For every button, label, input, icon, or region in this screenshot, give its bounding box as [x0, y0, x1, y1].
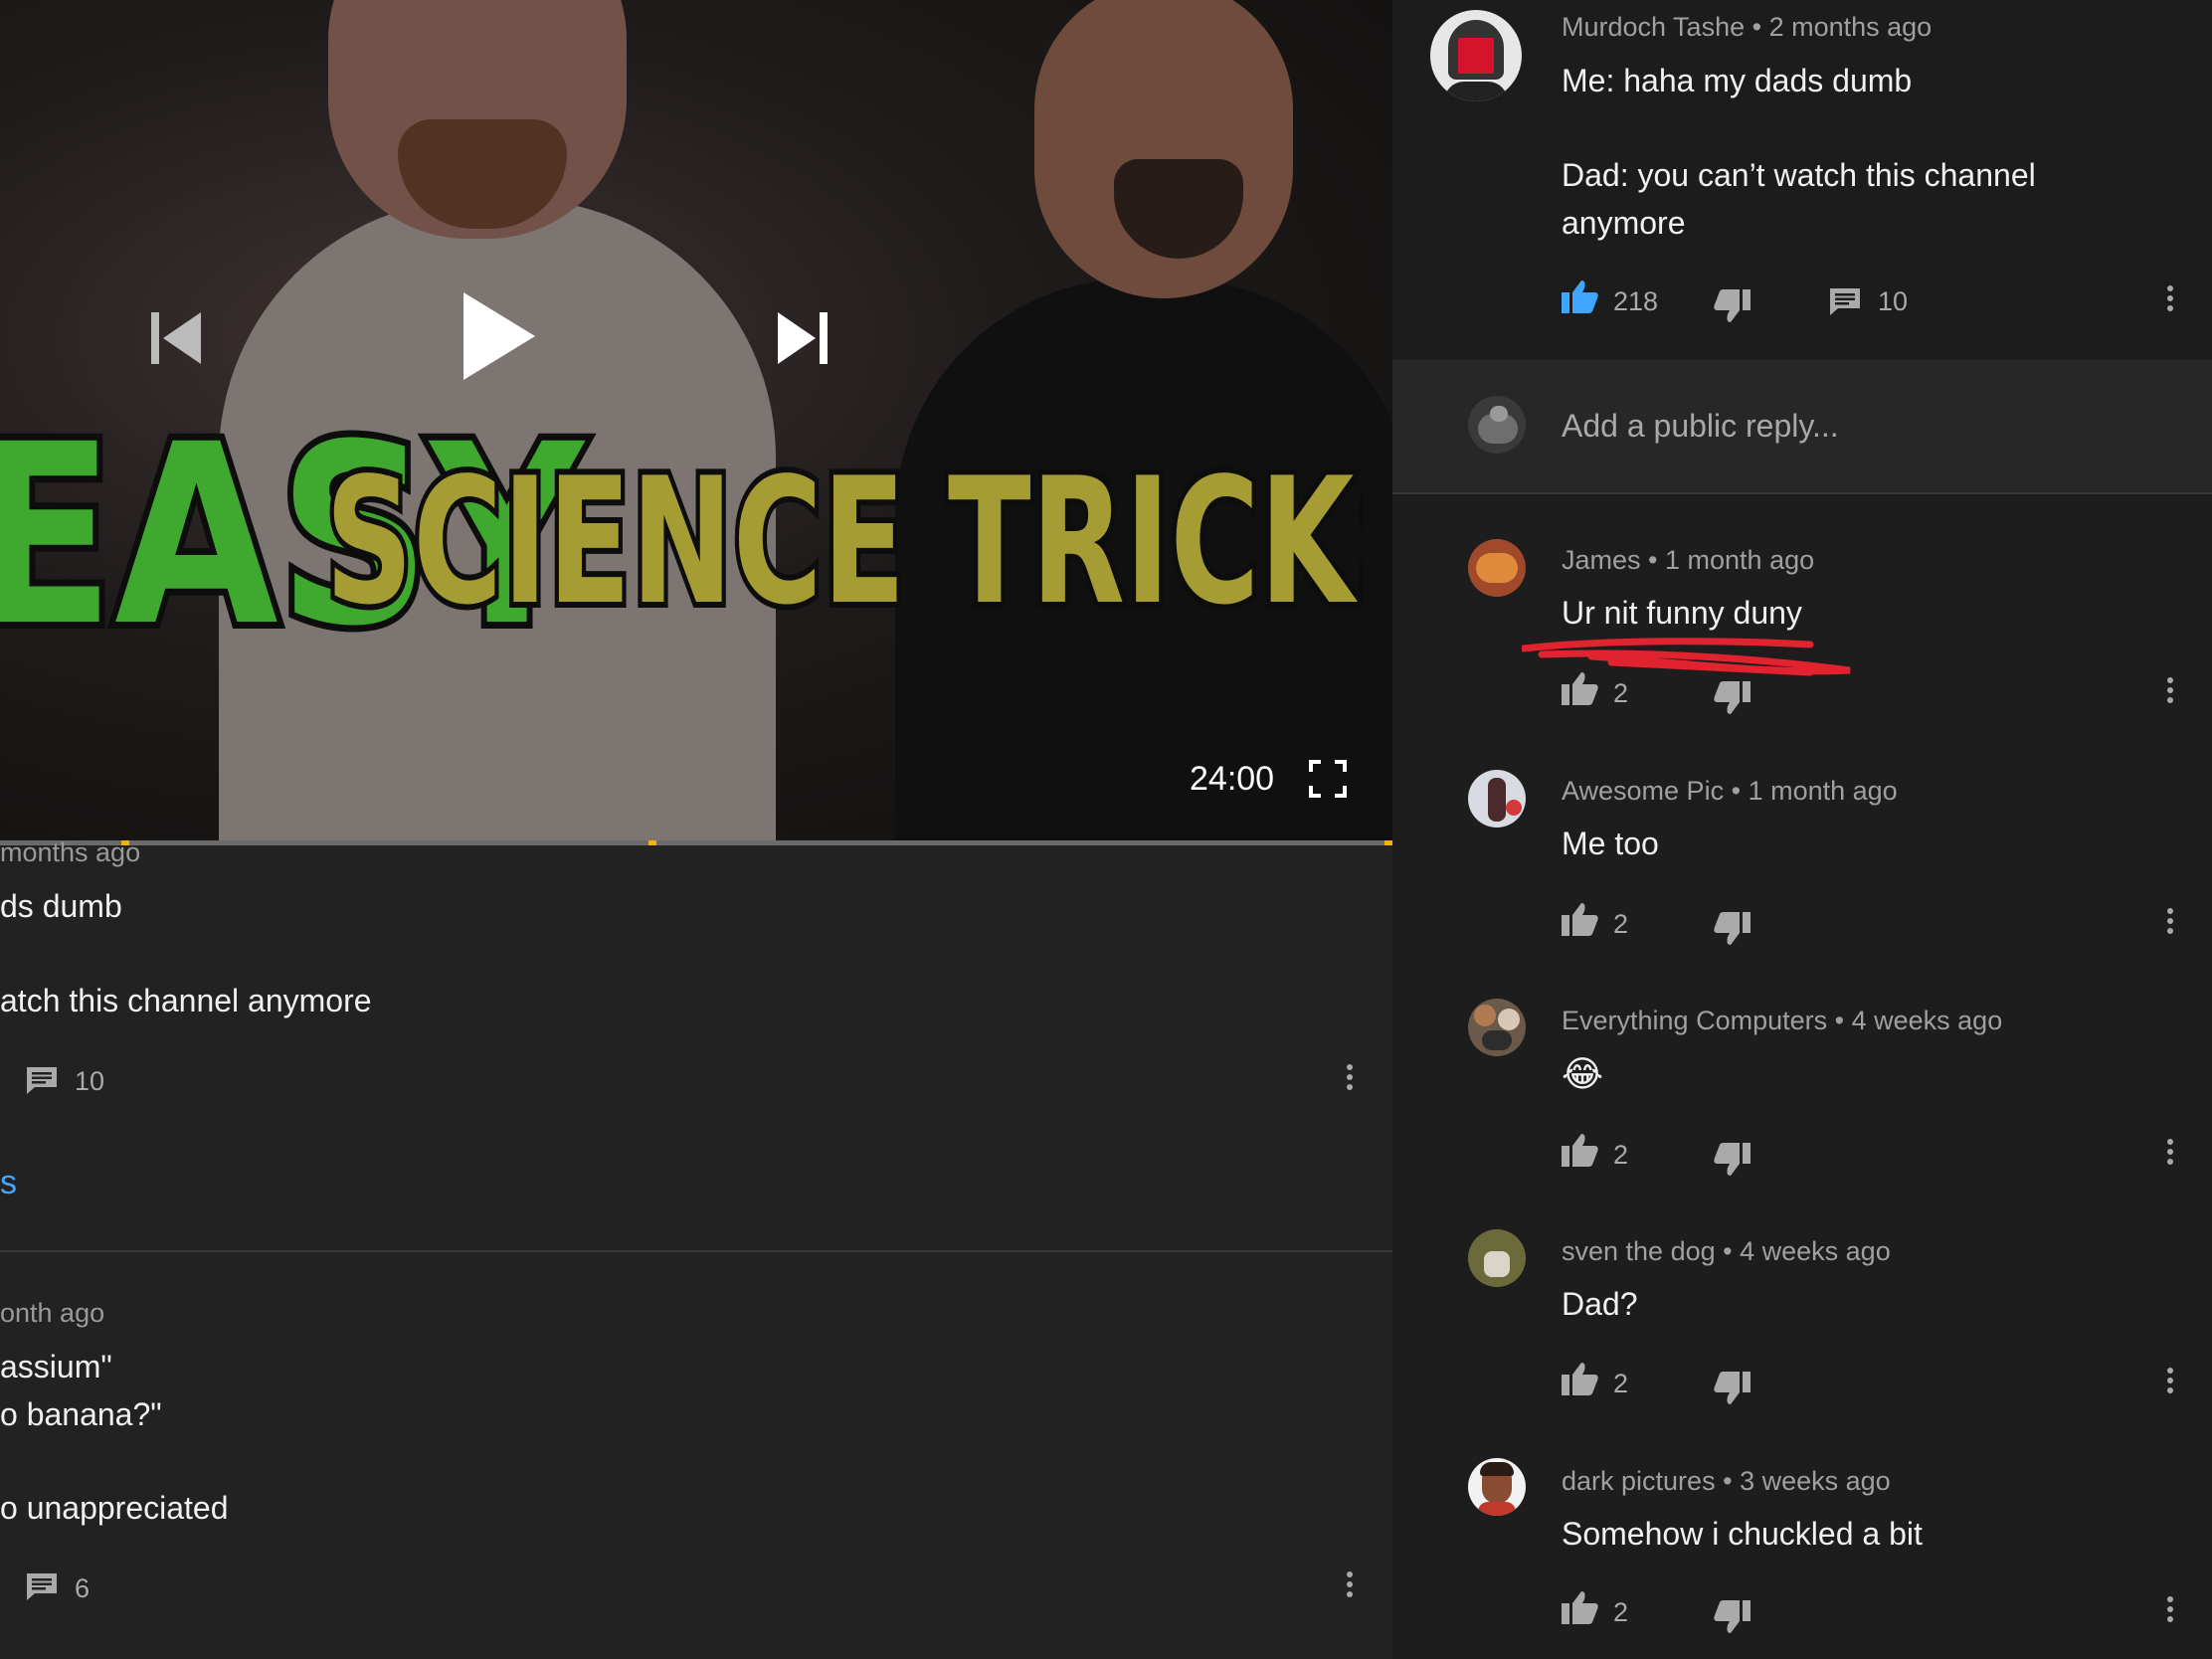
divider — [1392, 492, 2212, 494]
previous-icon[interactable] — [151, 310, 203, 366]
parent-comment: Murdoch Tashe • 2 months ago Me: haha my… — [1392, 0, 2212, 358]
comment-time: 4 weeks ago — [1740, 1236, 1891, 1266]
comment-meta: Murdoch Tashe • 2 months ago — [1562, 12, 1932, 43]
reply-comment-icon[interactable] — [25, 1571, 59, 1601]
comment-time: 4 weeks ago — [1851, 1006, 2003, 1035]
more-options-icon[interactable] — [2165, 905, 2175, 945]
chapter-marker — [1384, 840, 1392, 845]
video-progress-bar[interactable] — [0, 840, 1392, 845]
comment-meta: months ago — [0, 837, 141, 867]
reply-count: 10 — [1878, 286, 1909, 316]
comment-time: 3 weeks ago — [1740, 1466, 1891, 1496]
meta-separator: • — [1723, 1466, 1741, 1496]
add-reply-box[interactable]: Add a public reply... — [1392, 360, 2212, 492]
comment-text: o unappreciated — [0, 1490, 229, 1526]
comment-author[interactable]: sven the dog — [1562, 1236, 1716, 1266]
like-icon[interactable] — [1562, 670, 1599, 706]
play-icon[interactable] — [460, 290, 537, 382]
dislike-icon[interactable] — [1713, 288, 1751, 324]
like-icon[interactable] — [1562, 1361, 1599, 1396]
comment-text: atch this channel anymore — [0, 983, 372, 1018]
avatar — [1468, 396, 1526, 454]
dislike-icon[interactable] — [1713, 1371, 1751, 1406]
comment-text: ds dumb — [0, 888, 122, 924]
view-replies-link[interactable]: s — [0, 1164, 17, 1202]
comment-text: Me: haha my dads dumb — [1562, 63, 1913, 98]
left-panel: EASY SCIENCE TRICKS 24:00 months ago ds … — [0, 0, 1392, 1659]
video-title-word-science-tricks: SCIENCE TRICKS — [325, 441, 1363, 644]
dislike-icon[interactable] — [1713, 1599, 1751, 1635]
dislike-icon[interactable] — [1713, 1142, 1751, 1178]
reply-count: 6 — [75, 1573, 91, 1603]
comment-text: Me too — [1562, 826, 1659, 861]
comment-emoji: 😂 — [1562, 1053, 1604, 1094]
meta-separator: • — [1731, 776, 1749, 806]
more-options-icon[interactable] — [1345, 1061, 1355, 1101]
chapter-marker — [648, 840, 656, 845]
comment-text: Dad: you can’t watch this channel — [1562, 157, 2036, 193]
comment-author[interactable]: dark pictures — [1562, 1466, 1716, 1496]
avatar[interactable] — [1468, 539, 1526, 597]
comment-meta: Everything Computers • 4 weeks ago — [1562, 1006, 2002, 1036]
meta-separator: • — [1723, 1236, 1741, 1266]
comment-author[interactable]: Awesome Pic — [1562, 776, 1724, 806]
comment-author[interactable]: Murdoch Tashe — [1562, 12, 1745, 42]
comment-time: 1 month ago — [1748, 776, 1898, 806]
meta-separator: • — [1751, 12, 1769, 42]
comment-text: Dad? — [1562, 1286, 1638, 1322]
avatar[interactable] — [1468, 770, 1526, 828]
comment-time: 2 months ago — [1768, 12, 1933, 42]
video-duration: 24:00 — [1190, 760, 1275, 798]
more-options-icon[interactable] — [2165, 1593, 2175, 1633]
reply-thread-panel: Murdoch Tashe • 2 months ago Me: haha my… — [1392, 0, 2212, 1659]
reply-input[interactable]: Add a public reply... — [1562, 408, 1839, 445]
comment-meta: Awesome Pic • 1 month ago — [1562, 776, 1898, 807]
comment-author[interactable]: Everything Computers — [1562, 1006, 1827, 1035]
more-options-icon[interactable] — [2165, 674, 2175, 714]
dislike-icon[interactable] — [1713, 911, 1751, 947]
comment-text: o banana?" — [0, 1396, 162, 1432]
like-count: 218 — [1613, 286, 1659, 316]
like-icon[interactable] — [1562, 1589, 1599, 1625]
next-icon[interactable] — [776, 310, 828, 366]
comment-text: anymore — [1562, 205, 1686, 241]
comment-author[interactable]: James — [1562, 545, 1641, 575]
avatar[interactable] — [1468, 999, 1526, 1056]
comment-meta: onth ago — [0, 1298, 105, 1328]
like-count: 2 — [1613, 909, 1629, 939]
comment-meta: dark pictures • 3 weeks ago — [1562, 1466, 1891, 1497]
more-options-icon[interactable] — [2165, 282, 2175, 322]
reply-comment-icon[interactable] — [25, 1065, 59, 1095]
comment-meta: James • 1 month ago — [1562, 545, 1814, 576]
more-options-icon[interactable] — [1345, 1568, 1355, 1608]
reply-count: 10 — [75, 1066, 105, 1096]
like-count: 2 — [1613, 1140, 1629, 1170]
comment-text: Somehow i chuckled a bit — [1562, 1516, 1923, 1552]
like-icon[interactable] — [1562, 278, 1599, 314]
video-title-overlay: EASY SCIENCE TRICKS — [0, 393, 1363, 651]
like-icon[interactable] — [1562, 901, 1599, 937]
like-count: 2 — [1613, 678, 1629, 708]
comment-meta: sven the dog • 4 weeks ago — [1562, 1236, 1891, 1267]
like-count: 2 — [1613, 1369, 1629, 1398]
avatar[interactable] — [1468, 1458, 1526, 1516]
video-player[interactable]: EASY SCIENCE TRICKS 24:00 — [0, 0, 1392, 843]
more-options-icon[interactable] — [2165, 1365, 2175, 1404]
more-options-icon[interactable] — [2165, 1136, 2175, 1176]
meta-separator: • — [1834, 1006, 1852, 1035]
dislike-icon[interactable] — [1713, 680, 1751, 716]
avatar[interactable] — [1430, 10, 1522, 101]
comment-text: assium" — [0, 1349, 112, 1384]
divider — [0, 1250, 1392, 1252]
comment-text: Ur nit funny duny — [1562, 595, 1802, 631]
fullscreen-icon[interactable] — [1309, 760, 1347, 798]
meta-separator: • — [1648, 545, 1666, 575]
like-icon[interactable] — [1562, 1132, 1599, 1168]
like-count: 2 — [1613, 1597, 1629, 1627]
reply-comment-icon[interactable] — [1828, 286, 1862, 316]
avatar[interactable] — [1468, 1229, 1526, 1287]
comment-time: 1 month ago — [1665, 545, 1815, 575]
